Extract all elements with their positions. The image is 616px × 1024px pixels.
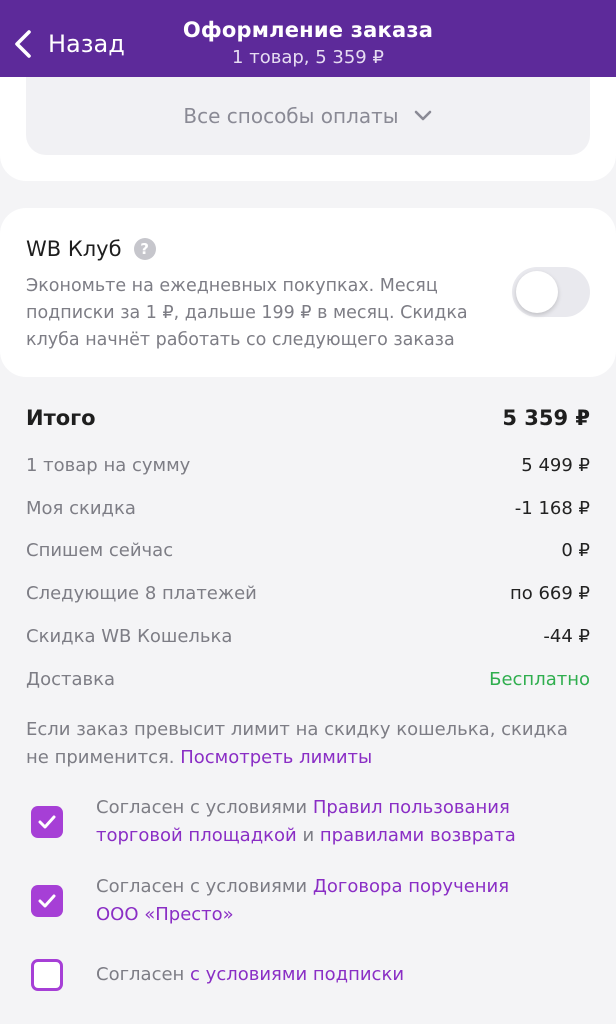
wb-club-title: WB Клуб (26, 237, 122, 261)
summary-label: Спишем сейчас (26, 540, 174, 561)
wb-club-description: Экономьте на ежедневных покупках. Месяц … (26, 276, 468, 350)
all-payment-methods-button[interactable]: Все способы оплаты (26, 77, 590, 155)
summary-label: Моя скидка (26, 498, 136, 519)
summary-value: -44 ₽ (543, 626, 590, 647)
help-icon[interactable]: ? (133, 238, 156, 260)
agreement-subscription-text: Согласен с условиями подписки (96, 961, 556, 989)
agreement-contract-checkbox[interactable] (31, 885, 63, 917)
summary-row-charge-now: Спишем сейчас 0 ₽ (26, 540, 590, 561)
summary-row-discount: Моя скидка -1 168 ₽ (26, 498, 590, 519)
summary-row-wallet-discount: Скидка WB Кошелька -44 ₽ (26, 626, 590, 647)
agreement-rules-checkbox[interactable] (31, 806, 63, 838)
summary-value: 5 499 ₽ (521, 455, 590, 476)
wallet-limit-note: Если заказ превысит лимит на скидку коше… (26, 716, 586, 772)
total-value: 5 359 ₽ (502, 406, 590, 430)
summary-row-items: 1 товар на сумму 5 499 ₽ (26, 455, 590, 476)
page-title: Оформление заказа (182, 18, 434, 42)
page-subtitle: 1 товар, 5 359 ₽ (232, 47, 384, 68)
summary-label: 1 товар на сумму (26, 455, 191, 476)
summary-label: Следующие 8 платежей (26, 583, 257, 604)
agreement-subscription-checkbox[interactable] (31, 959, 63, 991)
summary-row-installments: Следующие 8 платежей по 669 ₽ (26, 583, 590, 604)
agreement-contract-text: Согласен с условиями Договора поручения … (96, 873, 556, 929)
subscription-terms-link[interactable]: с условиями подписки (190, 964, 404, 985)
summary-value: по 669 ₽ (509, 583, 590, 604)
chevron-down-icon (414, 110, 431, 121)
agreement-conjunction: и (296, 825, 320, 846)
view-limits-link[interactable]: Посмотреть лимиты (180, 747, 372, 768)
wb-club-toggle[interactable] (512, 267, 590, 317)
toggle-knob (516, 271, 558, 313)
summary-row-delivery: Доставка Бесплатно (26, 669, 590, 690)
summary-value: -1 168 ₽ (514, 498, 590, 519)
delivery-free-value: Бесплатно (489, 669, 590, 690)
checkmark-icon (38, 815, 56, 829)
checkmark-icon (38, 894, 56, 908)
return-rules-link[interactable]: правилами возврата (320, 825, 516, 846)
agreement-rules-text: Согласен с условиями Правил пользования … (96, 794, 556, 850)
summary-label: Скидка WB Кошелька (26, 626, 233, 647)
agreement-prefix: Согласен (96, 964, 191, 985)
summary-value: 0 ₽ (561, 540, 590, 561)
payment-card: Все способы оплаты (0, 77, 616, 181)
wb-club-card: WB Клуб ? Экономьте на ежедневных покупк… (0, 208, 616, 377)
top-bar: Назад Оформление заказа 1 товар, 5 359 ₽ (0, 0, 616, 77)
summary-label: Доставка (26, 669, 115, 690)
wb-club-title-row: WB Клуб ? (26, 237, 156, 261)
total-row: Итого 5 359 ₽ (26, 406, 590, 430)
agreement-prefix: Согласен с условиями (96, 876, 313, 897)
all-payment-methods-label: Все способы оплаты (183, 104, 399, 128)
agreement-prefix: Согласен с условиями (96, 797, 313, 818)
total-label: Итого (26, 406, 96, 430)
